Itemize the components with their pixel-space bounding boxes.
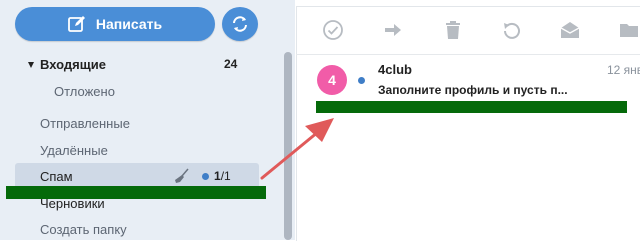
folder-icon[interactable] bbox=[617, 18, 640, 42]
check-circle-icon[interactable] bbox=[321, 18, 345, 42]
inbox-count: 24 bbox=[224, 57, 238, 71]
sidebar-item-deleted[interactable]: Удалённые bbox=[40, 143, 108, 158]
envelope-icon[interactable] bbox=[558, 18, 582, 42]
compose-label: Написать bbox=[95, 16, 163, 32]
spam-unread-count: 1 bbox=[214, 169, 221, 183]
spam-total-count: 1 bbox=[224, 169, 231, 183]
compose-button[interactable]: Написать bbox=[15, 7, 215, 41]
broom-icon[interactable] bbox=[174, 168, 190, 184]
message-list-pane bbox=[296, 6, 640, 241]
undo-icon[interactable] bbox=[500, 18, 524, 42]
sidebar: Написать Входящие 24 Отложено Отправленн… bbox=[0, 0, 295, 240]
highlight-bar bbox=[316, 101, 627, 113]
sidebar-scrollbar[interactable] bbox=[284, 52, 292, 240]
message-sender: 4club bbox=[378, 62, 412, 77]
forward-arrow-icon[interactable] bbox=[381, 18, 405, 42]
message-subject: Заполните профиль и пусть п... bbox=[378, 83, 568, 97]
unread-dot bbox=[202, 173, 209, 180]
sidebar-item-sent[interactable]: Отправленные bbox=[40, 116, 130, 131]
avatar: 4 bbox=[317, 65, 347, 95]
refresh-button[interactable] bbox=[222, 7, 258, 41]
pencil-icon bbox=[68, 15, 86, 33]
toolbar-divider bbox=[296, 54, 640, 55]
expand-triangle-icon bbox=[28, 61, 34, 68]
refresh-icon bbox=[231, 15, 249, 33]
sidebar-item-inbox[interactable]: Входящие bbox=[28, 57, 106, 72]
sidebar-item-label: Входящие bbox=[40, 57, 106, 72]
trash-icon[interactable] bbox=[441, 18, 465, 42]
sidebar-item-postponed[interactable]: Отложено bbox=[54, 84, 115, 99]
unread-dot[interactable] bbox=[358, 77, 365, 84]
spam-count: 1/1 bbox=[214, 169, 231, 183]
highlight-bar bbox=[6, 186, 266, 199]
sidebar-item-label: Спам bbox=[40, 169, 73, 184]
sidebar-item-create-folder[interactable]: Создать папку bbox=[40, 222, 127, 237]
message-date: 12 янв bbox=[607, 63, 640, 77]
